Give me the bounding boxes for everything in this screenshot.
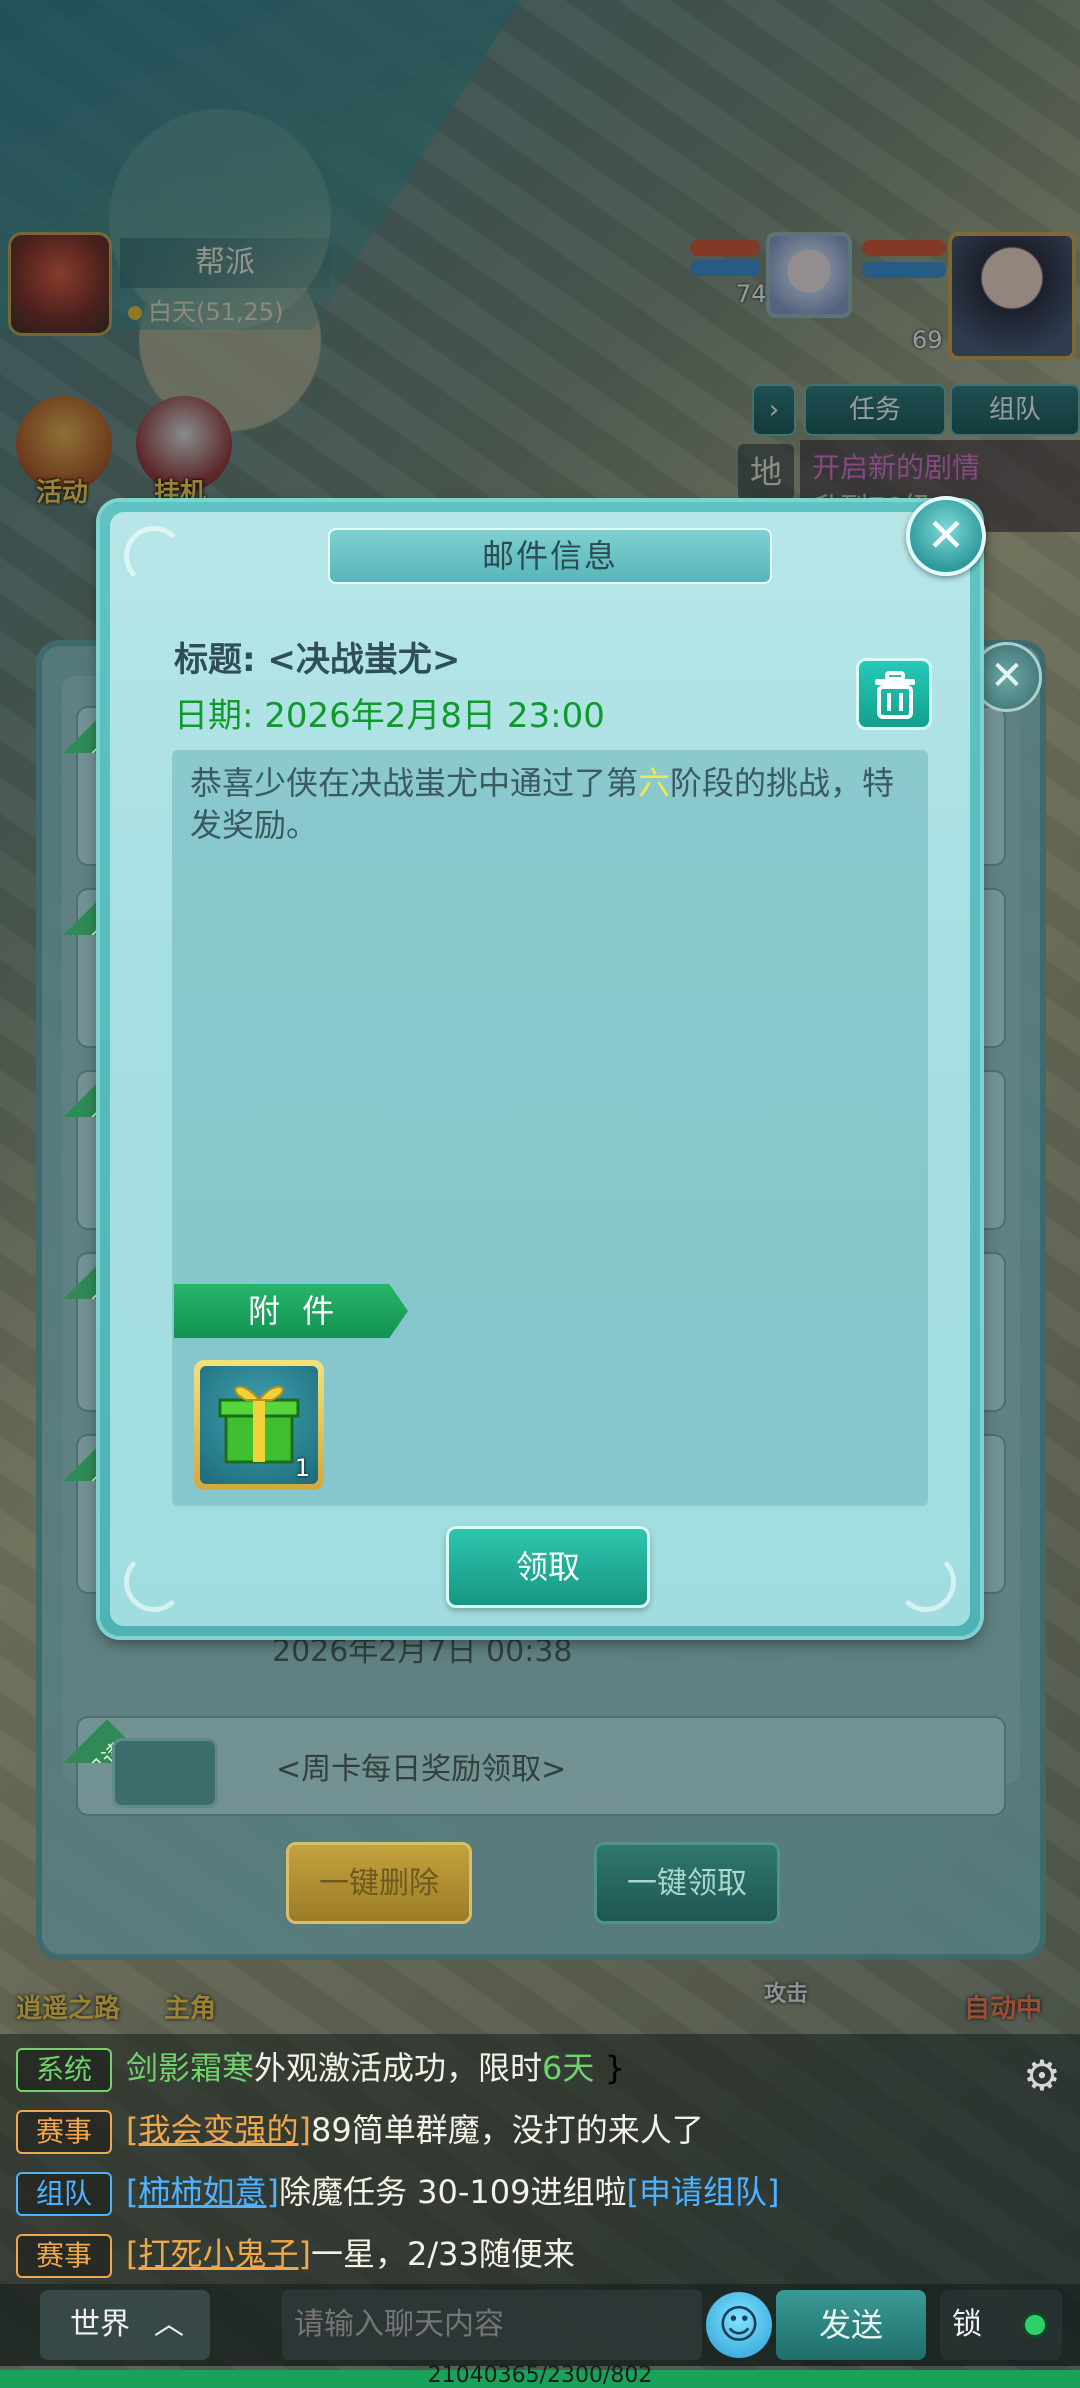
mail-detail-dialog: 邮件信息 标题: <决战蚩尤> 日期: 2026年2月8日 23:00 恭喜少侠… xyxy=(100,496,986,1636)
delete-mail-button[interactable] xyxy=(856,658,932,730)
mail-icon xyxy=(112,1738,218,1808)
player-name-link[interactable]: [我会变强的] xyxy=(126,2111,311,2149)
mail-list-item[interactable]: 已读 <周卡每日奖励领取> xyxy=(76,1716,1006,1816)
lock-label: 锁 xyxy=(952,2307,982,2342)
delete-all-button[interactable]: 一键删除 xyxy=(286,1842,472,1924)
decorative-swirl xyxy=(896,1552,956,1612)
gift-box-icon: 1 xyxy=(200,1366,318,1484)
player-name-link[interactable]: [打死小鬼子] xyxy=(126,2235,311,2273)
mail-content-box: 恭喜少侠在决战蚩尤中通过了第六阶段的挑战，特发奖励。 附 件 1 xyxy=(172,750,928,1506)
mail-body-text: 恭喜少侠在决战蚩尤中通过了第六阶段的挑战，特发奖励。 xyxy=(190,762,914,846)
claim-all-button[interactable]: 一键领取 xyxy=(594,1842,780,1924)
channel-tag: 赛事 xyxy=(16,2110,112,2154)
chat-text: 外观激活成功，限时 xyxy=(254,2049,543,2087)
experience-text: 21040365/2300/802 xyxy=(427,2363,653,2388)
chevron-up-icon: ︿ xyxy=(154,2307,184,2342)
lock-toggle[interactable]: 锁 xyxy=(940,2290,1062,2360)
decorative-swirl xyxy=(124,1552,184,1612)
chat-input[interactable] xyxy=(282,2290,702,2360)
dialog-close-button[interactable]: ✕ xyxy=(906,496,986,576)
mail-list-close-button[interactable]: ✕ xyxy=(972,642,1042,712)
channel-tag: 组队 xyxy=(16,2172,112,2216)
mail-title: <周卡每日奖励领取> xyxy=(276,1752,567,1787)
item-count: 1 xyxy=(294,1454,310,1482)
attachment-label: 附 件 xyxy=(174,1284,408,1338)
channel-tag: 系统 xyxy=(16,2048,112,2092)
chat-line[interactable]: 赛事 [我会变强的]89简单群魔，没打的来人了 xyxy=(16,2104,704,2156)
chat-text: 89简单群魔，没打的来人了 xyxy=(310,2111,704,2149)
chat-line[interactable]: 赛事 [打死小鬼子]一星，2/33随便来 xyxy=(16,2228,575,2280)
chat-input-bar: 世界 ︿ ☺ 发送 锁 xyxy=(0,2284,1080,2366)
lock-status-indicator xyxy=(1022,2312,1048,2338)
gear-icon[interactable]: ⚙ xyxy=(1018,2052,1066,2100)
close-icon: ✕ xyxy=(926,508,966,562)
trash-icon xyxy=(875,671,915,719)
apply-team-link[interactable]: [申请组队] xyxy=(627,2173,780,2211)
send-button[interactable]: 发送 xyxy=(776,2290,926,2360)
chat-text: 6天 xyxy=(542,2049,595,2087)
mail-subject: 标题: <决战蚩尤> xyxy=(174,640,461,680)
channel-label: 世界 xyxy=(70,2307,130,2342)
channel-selector[interactable]: 世界 ︿ xyxy=(40,2290,210,2360)
emoji-icon[interactable]: ☺ xyxy=(706,2292,772,2358)
chat-text: 一星，2/33随便来 xyxy=(310,2235,575,2273)
channel-tag: 赛事 xyxy=(16,2234,112,2278)
mail-date: 日期: 2026年2月8日 23:00 xyxy=(174,696,605,736)
dialog-title: 邮件信息 xyxy=(328,528,772,584)
body-text-part: 恭喜少侠在决战蚩尤中通过了第 xyxy=(190,764,639,802)
decorative-swirl xyxy=(124,526,184,586)
chat-panel: 系统 剑影霜寒外观激活成功，限时6天 } 赛事 [我会变强的]89简单群魔，没打的来… xyxy=(0,2034,1080,2284)
body-highlight: 六 xyxy=(638,764,671,802)
claim-button[interactable]: 领取 xyxy=(446,1526,650,1608)
mail-detail-body: 邮件信息 标题: <决战蚩尤> 日期: 2026年2月8日 23:00 恭喜少侠… xyxy=(110,512,970,1626)
player-name-link[interactable]: [柿柿如意] xyxy=(126,2173,279,2211)
attachment-item-slot[interactable]: 1 xyxy=(194,1360,324,1490)
chat-text: 除魔任务 30-109进组啦 xyxy=(278,2173,627,2211)
chat-text: 剑影霜寒 xyxy=(126,2049,255,2087)
chat-line[interactable]: 系统 剑影霜寒外观激活成功，限时6天 } xyxy=(16,2042,625,2094)
chat-line[interactable]: 组队 [柿柿如意]除魔任务 30-109进组啦[申请组队] xyxy=(16,2166,780,2218)
